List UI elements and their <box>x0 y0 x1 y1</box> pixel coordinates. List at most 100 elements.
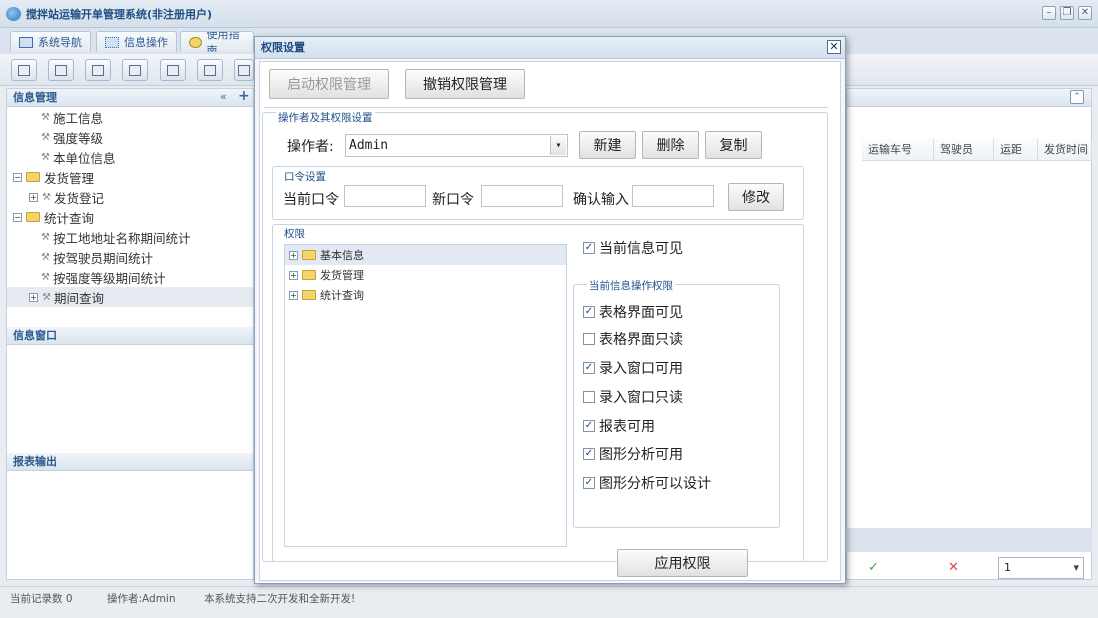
operator-select[interactable]: Admin ▾ <box>345 134 568 157</box>
search-tool-button[interactable] <box>11 59 37 81</box>
ops-checkbox[interactable]: ✓ <box>583 448 595 460</box>
tab-user-guide[interactable]: 使用指南 <box>180 31 254 52</box>
ops-checkbox[interactable]: ✓ <box>583 306 595 318</box>
dialog-close-button[interactable]: ✕ <box>827 40 841 54</box>
expand-toggle-icon[interactable]: + <box>289 270 298 280</box>
cancel-icon[interactable]: ✕ <box>948 560 959 575</box>
current-password-input[interactable] <box>344 185 426 207</box>
permission-tree: + 基本信息 + 发货管理 + 统计查询 <box>284 244 567 547</box>
collapse-panel-icon[interactable]: « <box>220 90 227 103</box>
tab-system-nav[interactable]: 系统导航 <box>10 31 91 52</box>
ops-checkbox[interactable] <box>583 333 595 345</box>
export-icon <box>204 64 216 76</box>
ops-checkbox[interactable] <box>583 391 595 403</box>
window-tool-button[interactable] <box>160 59 186 81</box>
expand-toggle-icon[interactable]: + <box>29 192 38 202</box>
tree-item-grade-stats[interactable]: ⚒ 按强度等级期间统计 <box>11 267 253 287</box>
column-header-ship-time[interactable]: 发货时间 <box>1038 139 1092 161</box>
record-count: 当前记录数 0 <box>10 593 73 605</box>
grid-header-bar <box>847 89 1091 107</box>
confirm-icon[interactable]: ✓ <box>868 560 879 575</box>
confirm-password-input[interactable] <box>632 185 714 207</box>
modify-password-button[interactable]: 修改 <box>728 183 784 211</box>
users-icon <box>129 64 141 76</box>
ops-checkbox-row[interactable]: ✓ 图形分析可用 <box>583 444 683 464</box>
enable-permission-button[interactable]: 启动权限管理 <box>269 69 389 99</box>
copy-operator-button[interactable]: 复制 <box>705 131 762 159</box>
search-icon <box>18 64 30 76</box>
report-output-header: 报表输出 <box>7 453 253 471</box>
ops-checkbox-row[interactable]: ✓ 报表可用 <box>583 416 655 436</box>
status-notice: 本系统支持二次开发和全新开发! <box>204 593 356 605</box>
tree-item-unit-info[interactable]: ⚒ 本单位信息 <box>11 147 253 167</box>
expand-toggle-icon[interactable]: + <box>29 292 38 302</box>
column-header-vehicle[interactable]: 运输车号 <box>862 139 934 161</box>
page-select[interactable]: 1 ▾ <box>998 557 1084 579</box>
info-window-body <box>7 345 253 453</box>
delete-operator-button[interactable]: 删除 <box>642 131 699 159</box>
new-password-input[interactable] <box>481 185 563 207</box>
ops-checkbox-row[interactable]: 录入窗口只读 <box>583 387 683 407</box>
tab-info-ops[interactable]: 信息操作 <box>96 31 177 52</box>
ops-checkbox[interactable]: ✓ <box>583 477 595 489</box>
dialog-title: 权限设置 <box>255 37 845 59</box>
folder-icon <box>302 270 316 280</box>
operator-label: 操作者: <box>287 139 334 155</box>
users-tool-button[interactable] <box>122 59 148 81</box>
tool-icon: ⚒ <box>42 291 51 303</box>
close-button[interactable]: ✕ <box>1078 6 1092 20</box>
ops-checkbox-row[interactable]: ✓ 表格界面可见 <box>583 302 683 322</box>
tree-item-site-stats[interactable]: ⚒ 按工地地址名称期间统计 <box>11 227 253 247</box>
clock-icon <box>189 36 202 48</box>
collapse-toggle-icon[interactable]: − <box>13 172 22 182</box>
tool-icon: ⚒ <box>41 111 50 123</box>
divider <box>264 107 828 108</box>
grid-footer-bar <box>846 528 1092 552</box>
collapse-toggle-icon[interactable]: − <box>13 212 22 222</box>
list-icon <box>55 64 67 76</box>
info-mgmt-header: 信息管理 <box>7 89 253 107</box>
list-tool-button[interactable] <box>48 59 74 81</box>
print-icon <box>238 64 250 76</box>
tree-item-period-query[interactable]: + ⚒ 期间查询 <box>7 287 253 307</box>
apply-permission-button[interactable]: 应用权限 <box>617 549 748 577</box>
ops-checkbox[interactable]: ✓ <box>583 420 595 432</box>
tree-item-delivery-mgmt[interactable]: − 发货管理 <box>11 167 253 187</box>
new-operator-button[interactable]: 新建 <box>579 131 636 159</box>
column-header-distance[interactable]: 运距 <box>994 139 1038 161</box>
revoke-permission-button[interactable]: 撤销权限管理 <box>405 69 525 99</box>
tree-item-stat-query[interactable]: − 统计查询 <box>11 207 253 227</box>
ops-checkbox-row[interactable]: ✓ 录入窗口可用 <box>583 358 683 378</box>
expand-toggle-icon[interactable]: + <box>289 290 298 300</box>
ops-checkbox[interactable]: ✓ <box>583 362 595 374</box>
print-tool-button[interactable] <box>234 59 254 81</box>
folder-icon <box>302 290 316 300</box>
tree-item-strength-grade[interactable]: ⚒ 强度等级 <box>11 127 253 147</box>
expand-toggle-icon[interactable]: + <box>289 250 298 260</box>
tool-icon: ⚒ <box>42 191 51 203</box>
folder-icon <box>26 212 40 222</box>
ops-checkbox-row[interactable]: ✓ 图形分析可以设计 <box>583 473 711 493</box>
visible-checkbox[interactable]: ✓ <box>583 242 595 254</box>
perm-tree-item-basic[interactable]: + 基本信息 <box>285 245 566 265</box>
visible-checkbox-row[interactable]: ✓ 当前信息可见 <box>583 238 683 258</box>
tree-item-driver-stats[interactable]: ⚒ 按驾驶员期间统计 <box>11 247 253 267</box>
perm-tree-item-stats[interactable]: + 统计查询 <box>285 285 566 305</box>
tree-item-delivery-register[interactable]: + ⚒ 发货登记 <box>11 187 253 207</box>
tool-icon: ⚒ <box>41 231 50 243</box>
minimize-button[interactable]: – <box>1042 6 1056 20</box>
tool-icon: ⚒ <box>41 151 50 163</box>
restore-button[interactable]: ❐ <box>1060 6 1074 20</box>
add-icon[interactable]: + <box>238 88 250 104</box>
document-tool-button[interactable] <box>85 59 111 81</box>
perm-tree-item-delivery[interactable]: + 发货管理 <box>285 265 566 285</box>
folder-icon <box>302 250 316 260</box>
window-icon <box>167 64 179 76</box>
dialog-body: 启动权限管理 撤销权限管理 操作者及其权限设置 操作者: Admin ▾ 新建 删… <box>259 61 841 581</box>
chevron-down-icon: ▾ <box>1073 561 1079 574</box>
ops-checkbox-row[interactable]: 表格界面只读 <box>583 329 683 349</box>
collapse-up-icon[interactable]: ⌃ <box>1070 90 1084 104</box>
tree-item-construction-info[interactable]: ⚒ 施工信息 <box>11 107 253 127</box>
column-header-driver[interactable]: 驾驶员 <box>934 139 994 161</box>
export-tool-button[interactable] <box>197 59 223 81</box>
